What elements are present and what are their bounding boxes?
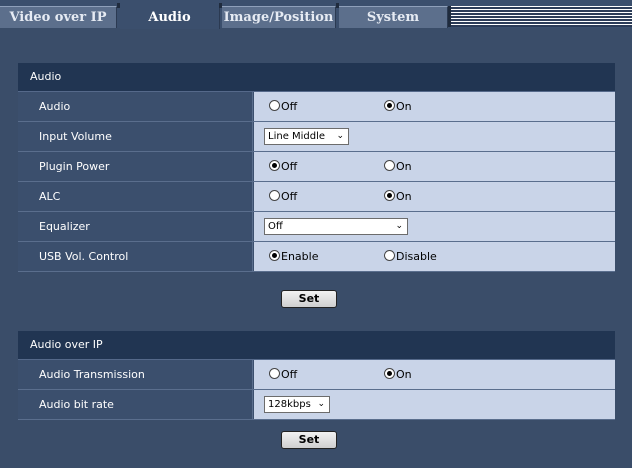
equalizer-row: Equalizer Off ⌄ xyxy=(18,212,615,242)
input-volume-label: Input Volume xyxy=(18,122,253,151)
usb-vol-control-label: USB Vol. Control xyxy=(18,242,253,271)
usb-vol-control-row: USB Vol. Control Enable Disable xyxy=(18,242,615,272)
radio-label: Off xyxy=(281,160,298,173)
radio-unchecked-icon xyxy=(269,100,280,111)
audio-bit-rate-value-cell: 128kbps ⌄ xyxy=(254,390,615,419)
radio-unchecked-icon xyxy=(384,250,395,261)
chevron-down-icon: ⌄ xyxy=(395,221,403,231)
audio-transmission-off-radio[interactable]: Off xyxy=(269,368,297,382)
radio-label: Disable xyxy=(396,250,437,263)
plugin-power-off-radio[interactable]: Off xyxy=(269,160,297,174)
alc-on-radio[interactable]: On xyxy=(384,190,412,204)
equalizer-select[interactable]: Off ⌄ xyxy=(264,218,408,235)
radio-checked-icon xyxy=(269,250,280,261)
settings-frame: Video over IP Audio Image/Position Syste… xyxy=(0,0,632,468)
plugin-power-on-radio[interactable]: On xyxy=(384,160,412,174)
audio-transmission-row: Audio Transmission Off On xyxy=(18,360,615,390)
audio-row: Audio Off On xyxy=(18,92,615,122)
equalizer-value-cell: Off ⌄ xyxy=(254,212,615,241)
plugin-power-label: Plugin Power xyxy=(18,152,253,181)
usb-vol-disable-radio[interactable]: Disable xyxy=(384,250,437,264)
alc-off-radio[interactable]: Off xyxy=(269,190,297,204)
audio-value-cell: Off On xyxy=(254,92,615,121)
usb-vol-enable-radio[interactable]: Enable xyxy=(269,250,318,264)
chevron-down-icon: ⌄ xyxy=(336,131,344,141)
audio-label: Audio xyxy=(18,92,253,121)
radio-label: On xyxy=(396,190,412,203)
tab-bar-decoration xyxy=(448,6,632,27)
radio-unchecked-icon xyxy=(384,160,395,171)
input-volume-select[interactable]: Line Middle ⌄ xyxy=(264,128,349,145)
radio-unchecked-icon xyxy=(269,368,280,379)
radio-label: Off xyxy=(281,368,298,381)
audio-set-button[interactable]: Set xyxy=(281,290,337,308)
audio-transmission-value-cell: Off On xyxy=(254,360,615,389)
radio-checked-icon xyxy=(384,100,395,111)
tab-bar: Video over IP Audio Image/Position Syste… xyxy=(0,0,632,29)
equalizer-label: Equalizer xyxy=(18,212,253,241)
radio-unchecked-icon xyxy=(269,190,280,201)
audio-bit-rate-select[interactable]: 128kbps ⌄ xyxy=(264,396,330,413)
radio-label: On xyxy=(396,368,412,381)
plugin-power-row: Plugin Power Off On xyxy=(18,152,615,182)
radio-label: Enable xyxy=(281,250,319,263)
usb-vol-control-value-cell: Enable Disable xyxy=(254,242,615,271)
chevron-down-icon: ⌄ xyxy=(317,399,325,409)
radio-checked-icon xyxy=(384,190,395,201)
radio-label: On xyxy=(396,160,412,173)
section-title: Audio over IP xyxy=(18,331,615,360)
radio-checked-icon xyxy=(269,160,280,171)
select-value: Line Middle xyxy=(268,131,326,142)
alc-label: ALC xyxy=(18,182,253,211)
select-value: 128kbps xyxy=(268,399,311,410)
plugin-power-value-cell: Off On xyxy=(254,152,615,181)
audio-off-radio[interactable]: Off xyxy=(269,100,297,114)
tab-video-over-ip[interactable]: Video over IP xyxy=(0,6,117,28)
radio-label: Off xyxy=(281,190,298,203)
radio-label: Off xyxy=(281,100,298,113)
audio-section: Audio Audio Off On Input Volume Line Mid… xyxy=(18,63,615,272)
input-volume-value-cell: Line Middle ⌄ xyxy=(254,122,615,151)
audio-on-radio[interactable]: On xyxy=(384,100,412,114)
select-value: Off xyxy=(268,221,283,232)
section-title: Audio xyxy=(18,63,615,92)
tab-audio[interactable]: Audio xyxy=(120,6,220,29)
tab-image-position[interactable]: Image/Position xyxy=(222,6,336,28)
alc-row: ALC Off On xyxy=(18,182,615,212)
tab-system[interactable]: System xyxy=(339,6,448,28)
audio-transmission-label: Audio Transmission xyxy=(18,360,253,389)
audio-bit-rate-row: Audio bit rate 128kbps ⌄ xyxy=(18,390,615,420)
radio-label: On xyxy=(396,100,412,113)
audio-transmission-on-radio[interactable]: On xyxy=(384,368,412,382)
radio-checked-icon xyxy=(384,368,395,379)
audio-bit-rate-label: Audio bit rate xyxy=(18,390,253,419)
audio-over-ip-section: Audio over IP Audio Transmission Off On … xyxy=(18,331,615,420)
alc-value-cell: Off On xyxy=(254,182,615,211)
input-volume-row: Input Volume Line Middle ⌄ xyxy=(18,122,615,152)
audio-over-ip-set-button[interactable]: Set xyxy=(281,431,337,449)
